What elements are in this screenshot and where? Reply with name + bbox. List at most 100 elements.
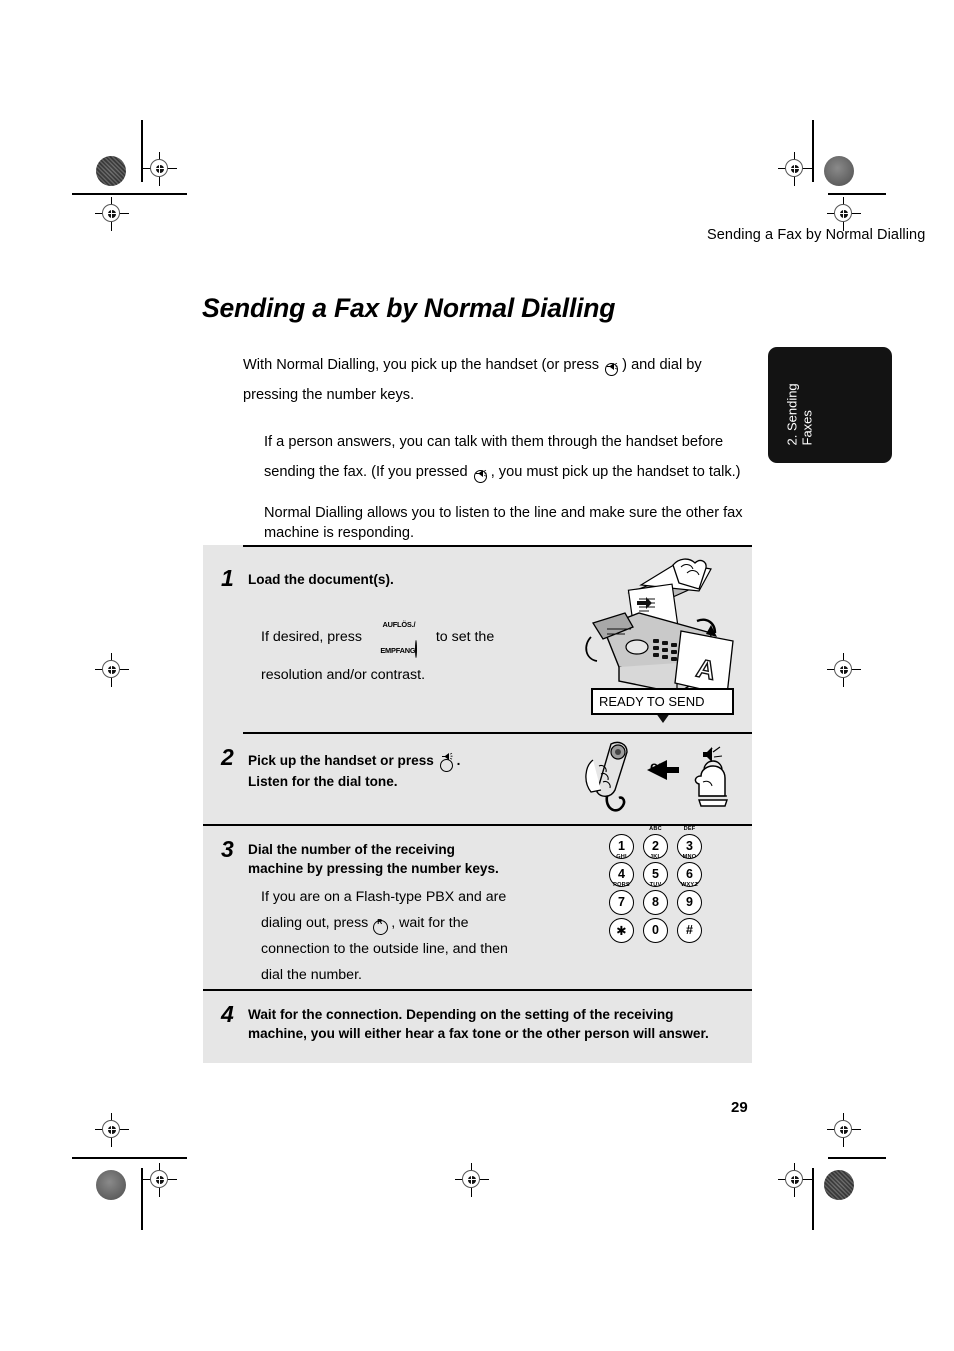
registration-mark-mid-left — [95, 653, 129, 687]
keypad-key-letters: PQRS — [613, 882, 630, 888]
step-4-title-line2: machine, you will either hear a fax tone… — [248, 1025, 709, 1041]
keypad-key-digit: 1 — [618, 839, 625, 853]
step-2-title-part-b: . — [456, 753, 461, 768]
step-3-body-part-d: connection to the outside line, and then — [261, 941, 508, 957]
keypad-key-0[interactable]: 0 — [643, 918, 668, 943]
keypad-key-letters: MNO — [682, 854, 697, 860]
step-3-title-line1: Dial the number of the receiving — [248, 842, 455, 857]
resolution-button-label-1: AUFLÖS./ — [382, 620, 416, 629]
step-1-title: Load the document(s). — [248, 572, 394, 587]
step-3-body: If you are on a Flash-type PBX and are d… — [261, 884, 541, 988]
step-2-number: 2 — [221, 744, 234, 770]
keypad-key-8[interactable]: TUV 8 — [643, 882, 668, 915]
step-4: 4 Wait for the connection. Depending on … — [203, 989, 752, 1063]
step-3: 3 Dial the number of the receiving machi… — [203, 824, 752, 989]
keypad-key-digit: 0 — [652, 923, 659, 937]
trim-line-top-left — [72, 193, 187, 195]
intro-p1-part-a: With Normal Dialling, you pick up the ha… — [243, 357, 600, 373]
resolution-button-icon: AUFLÖS./ EMPFANG — [370, 610, 428, 662]
step-4-number: 4 — [221, 1001, 234, 1027]
registration-mark-bottom-center — [455, 1163, 489, 1197]
step-1-body-part-b: to set the — [435, 629, 495, 645]
step-3-body-part-b: dialing out, press — [261, 915, 369, 931]
button-oval — [415, 640, 418, 658]
registration-mark-bottom-right — [827, 1113, 861, 1147]
step-3-body-part-e: dial the number. — [261, 967, 362, 983]
flash-key-icon: R — [372, 911, 391, 936]
fax-display: READY TO SEND — [591, 688, 734, 715]
keypad-key-star[interactable]: ✱ — [609, 918, 634, 943]
density-patch-top-left — [96, 156, 126, 186]
registration-mark-bottom-right-2 — [778, 1163, 812, 1197]
step-3-body-part-c: , wait for the — [391, 915, 469, 931]
keypad-key-digit: 4 — [618, 867, 625, 881]
keypad-key-digit: 3 — [686, 839, 693, 853]
keypad-row: ✱ 0 # — [609, 918, 709, 943]
intro-paragraph-1-line2: pressing the number keys. — [243, 387, 415, 403]
step-1-number: 1 — [221, 565, 234, 591]
chapter-side-tab-label: 2. Sending Faxes — [784, 383, 815, 446]
registration-mark-top-left-2 — [95, 197, 129, 231]
step-1-rule — [243, 545, 752, 547]
speaker-key-icon-3 — [438, 749, 457, 773]
keypad-key-letters: JKL — [649, 854, 662, 860]
step-3-body-part-a: If you are on a Flash-type PBX and are — [261, 889, 507, 905]
step-3-title: Dial the number of the receiving machine… — [248, 841, 538, 878]
registration-mark-top-right-2 — [827, 197, 861, 231]
intro-p2-part-b: sending the fax. (If you pressed — [264, 464, 468, 480]
intro-text: With Normal Dialling, you pick up the ha… — [243, 350, 763, 543]
trim-line-bottom-right — [828, 1157, 886, 1159]
step-3-number: 3 — [221, 836, 234, 862]
chapter-side-tab: 2. Sending Faxes — [768, 347, 892, 463]
step-2-title-line2: Listen for the dial tone. — [248, 774, 398, 789]
density-patch-bottom-left — [96, 1170, 126, 1200]
keypad-key-7[interactable]: PQRS 7 — [609, 882, 634, 915]
key-circle — [473, 470, 487, 483]
key-circle — [439, 759, 453, 772]
intro-p1-part-b: ) and dial by — [622, 357, 702, 373]
step-1: 1 Load the document(s). If desired, pres… — [203, 545, 752, 732]
step-1-body-part-c: resolution and/or contrast. — [261, 667, 426, 683]
keypad-key-digit: 7 — [618, 895, 625, 909]
trim-line-bottom-left — [72, 1157, 187, 1159]
step-2-title-part-a: Pick up the handset or press — [248, 753, 434, 768]
numeric-keypad: 1 ABC 2 DEF 3 GHI 4 JKL 5 MNO 6 PQRS 7 TUV 8 WX… — [609, 826, 709, 946]
registration-mark-bottom-left — [95, 1113, 129, 1147]
intro-paragraph-1: With Normal Dialling, you pick up the ha… — [243, 350, 763, 380]
step-2-rule — [243, 732, 752, 734]
step-4-title-line1: Wait for the connection. Depending on th… — [248, 1007, 674, 1022]
keypad-key-letters: ABC — [649, 826, 662, 832]
intro-paragraph-2-line2: sending the fax. (If you pressed , you m… — [264, 457, 763, 487]
keypad-key-digit: ✱ — [616, 924, 627, 938]
procedure-box: 1 Load the document(s). If desired, pres… — [203, 545, 752, 1063]
keypad-key-letters: TUV — [649, 882, 662, 888]
step-1-body: If desired, press AUFLÖS./ EMPFANG to se… — [261, 610, 511, 688]
trim-line-top-center-r — [812, 120, 814, 182]
speaker-key-icon — [603, 353, 622, 377]
registration-mark-mid-right — [827, 653, 861, 687]
step-2-title: Pick up the handset or press . Listen fo… — [248, 749, 460, 792]
resolution-button-label-2: EMPFANG — [380, 646, 416, 655]
page-title: Sending a Fax by Normal Dialling — [202, 293, 616, 323]
keypad-key-letters: WXYZ — [681, 882, 698, 888]
density-patch-bottom-right — [824, 1170, 854, 1200]
page-number: 29 — [731, 1099, 748, 1116]
keypad-key-digit: # — [686, 923, 693, 937]
keypad-key-digit: 9 — [686, 895, 693, 909]
step-2: 2 Pick up the handset or press . Listen … — [203, 732, 752, 824]
density-patch-top-right — [824, 156, 854, 186]
intro-paragraph-3: Normal Dialling allows you to listen to … — [264, 505, 743, 541]
registration-mark-bottom-left-2 — [143, 1163, 177, 1197]
intro-paragraph-2: If a person answers, you can talk with t… — [264, 434, 724, 450]
keypad-key-digit: 2 — [652, 839, 659, 853]
step-4-title: Wait for the connection. Depending on th… — [248, 1006, 728, 1043]
step-1-body-part-a: If desired, press — [261, 629, 362, 645]
step-4-rule — [203, 989, 752, 991]
keypad-key-hash[interactable]: # — [677, 918, 702, 943]
keypad-key-9[interactable]: WXYZ 9 — [677, 882, 702, 915]
speaker-key-icon-2 — [472, 460, 491, 484]
handset-illustration — [581, 738, 746, 820]
running-head: Sending a Fax by Normal Dialling — [707, 227, 926, 243]
trim-line-bottom-center-r — [812, 1168, 814, 1230]
registration-mark-top-right — [778, 152, 812, 186]
